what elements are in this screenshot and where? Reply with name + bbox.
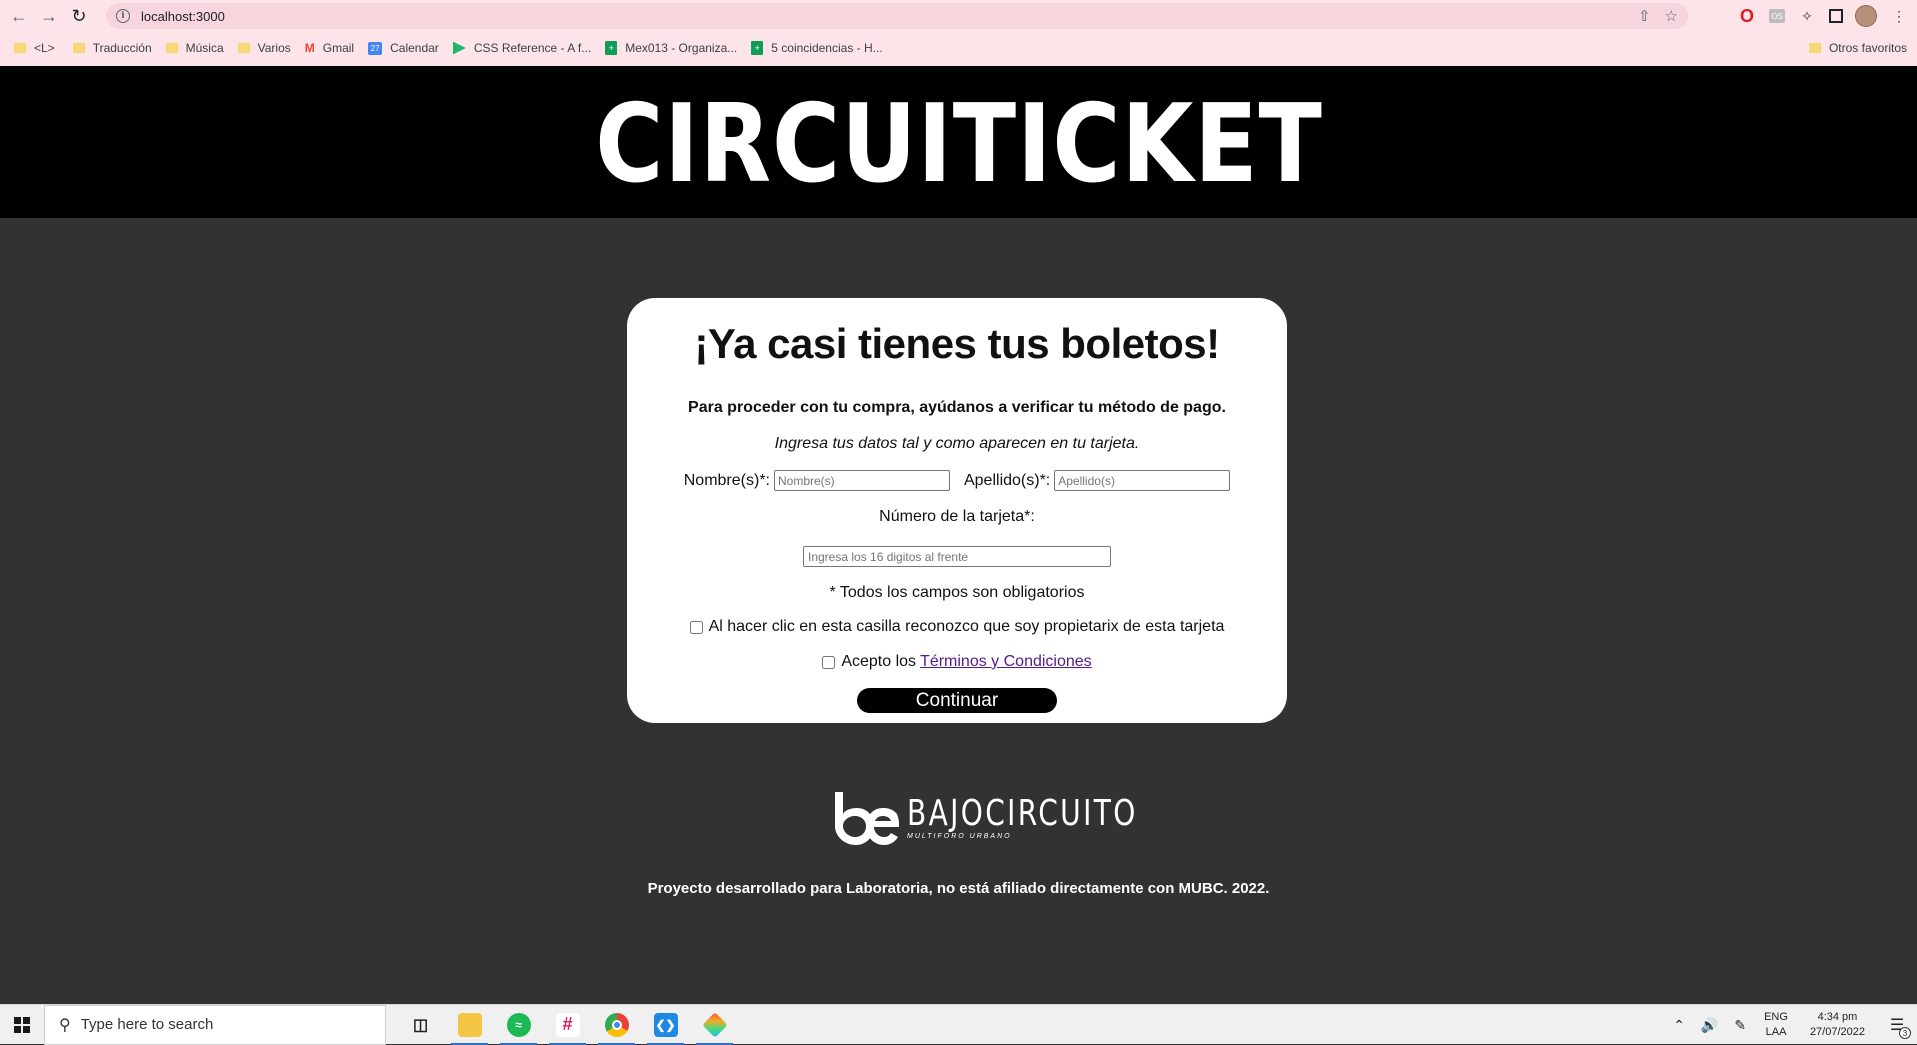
logo-main-text: BAJOCIRCUITO: [907, 793, 1138, 834]
calendar-icon: 27: [368, 41, 383, 55]
footer-disclaimer: Proyecto desarrollado para Laboratoria, …: [647, 880, 1270, 897]
chrome-icon[interactable]: [592, 1005, 641, 1045]
taskbar-apps: ◫ ≈ # ❮❯: [396, 1005, 739, 1045]
page-title: ¡Ya casi tienes tus boletos!: [694, 320, 1220, 367]
first-name-input[interactable]: [773, 470, 950, 491]
bookmark-item[interactable]: Traducción: [72, 41, 152, 55]
sheets-icon: +: [605, 41, 618, 55]
card-number-input[interactable]: [803, 546, 1111, 567]
language-indicator[interactable]: ENG LAA: [1764, 1010, 1788, 1040]
owner-checkbox-label: Al hacer clic en esta casilla reconozco …: [708, 618, 1225, 635]
terms-link[interactable]: Términos y Condiciones: [920, 653, 1092, 671]
bookmark-star-icon[interactable]: ☆: [1665, 7, 1678, 25]
back-icon[interactable]: ←: [4, 1, 34, 31]
bookmark-item[interactable]: <L>: [14, 41, 55, 55]
bajocircuito-mark-icon: [831, 790, 901, 846]
bookmark-item[interactable]: Varios: [237, 41, 291, 55]
browser-toolbar: ← → ↻ i localhost:3000 ⇧ ☆ O OS ✧ ⋮: [0, 0, 1917, 32]
bookmark-item[interactable]: CSS Reference - A f...: [452, 41, 591, 55]
terms-prefix: Acepto los: [841, 653, 917, 670]
site-info-icon[interactable]: i: [116, 9, 130, 23]
start-button[interactable]: [0, 1005, 44, 1045]
windows-logo-icon: [14, 1016, 30, 1033]
folder-icon: [237, 43, 250, 53]
clock[interactable]: 4:34 pm 27/07/2022: [1810, 1010, 1865, 1040]
name-fields-row: Nombre(s)*: Apellido(s)*:: [627, 470, 1287, 491]
profile-avatar[interactable]: [1855, 5, 1877, 27]
search-icon: ⚲: [59, 1016, 71, 1034]
taskbar-search-placeholder: Type here to search: [80, 1016, 214, 1033]
pen-icon[interactable]: ✎: [1734, 1017, 1746, 1034]
opera-extension-icon[interactable]: O: [1737, 6, 1757, 26]
owner-checkbox-row: Al hacer clic en esta casilla reconozco …: [627, 618, 1287, 636]
other-bookmarks[interactable]: Otros favoritos: [1808, 41, 1907, 55]
extensions-area: O OS ✧ ⋮: [1737, 5, 1909, 27]
folder-icon: [1808, 43, 1821, 53]
address-url: localhost:3000: [141, 8, 225, 24]
form-lead-text: Para proceder con tu compra, ayúdanos a …: [688, 399, 1226, 416]
menu-kebab-icon[interactable]: ⋮: [1889, 6, 1909, 26]
task-view-icon[interactable]: ◫: [396, 1005, 445, 1045]
gmail-icon: M: [304, 41, 315, 55]
notifications-icon[interactable]: ☰ 3: [1877, 1005, 1917, 1045]
payment-form-card: ¡Ya casi tienes tus boletos! Para proced…: [627, 298, 1287, 723]
slack-icon[interactable]: #: [543, 1005, 592, 1045]
bajocircuito-logo: BAJOCIRCUITO MULTIFORO URBANO: [831, 790, 1135, 846]
brand-logo-text: CIRCUITICKET: [594, 82, 1323, 207]
logo-sub-text: MULTIFORO URBANO: [907, 833, 1012, 840]
folder-icon: [165, 43, 178, 53]
chevron-up-icon[interactable]: ⌃: [1673, 1017, 1685, 1034]
forward-icon[interactable]: →: [34, 1, 64, 31]
system-tray: ⌃ 🔊 ✎ ENG LAA 4:34 pm 27/07/2022 ☰ 3: [1665, 1005, 1917, 1045]
bookmark-item[interactable]: M Gmail: [305, 41, 354, 55]
taskbar-search[interactable]: ⚲ Type here to search: [44, 1004, 386, 1045]
first-name-label: Nombre(s)*:: [683, 471, 770, 489]
share-icon[interactable]: ⇧: [1638, 7, 1651, 25]
folder-icon: [14, 43, 26, 53]
vscode-icon[interactable]: ❮❯: [641, 1005, 690, 1045]
address-bar[interactable]: i localhost:3000 ⇧ ☆: [106, 3, 1688, 29]
extension-icon[interactable]: OS: [1769, 9, 1785, 23]
spotify-icon[interactable]: ≈: [494, 1005, 543, 1045]
form-hint-text: Ingresa tus datos tal y como aparecen en…: [774, 435, 1140, 452]
puzzle-extensions-icon[interactable]: ✧: [1797, 6, 1817, 26]
last-name-input[interactable]: [1054, 470, 1231, 491]
last-name-label: Apellido(s)*:: [963, 471, 1051, 489]
site-header: CIRCUITICKET: [0, 66, 1917, 218]
bookmark-item[interactable]: + Mex013 - Organiza...: [605, 41, 737, 55]
side-panel-icon[interactable]: [1829, 9, 1843, 23]
bookmark-item[interactable]: +5 coincidencias - H...: [751, 41, 883, 55]
browser-chrome: ← → ↻ i localhost:3000 ⇧ ☆ O OS ✧ ⋮ <L> …: [0, 0, 1917, 66]
owner-checkbox[interactable]: [689, 620, 703, 634]
terms-checkbox-row: Acepto los Términos y Condiciones: [627, 653, 1287, 671]
css-reference-icon: [452, 41, 466, 55]
folder-icon: [72, 43, 85, 53]
bookmark-item[interactable]: 27 Calendar: [368, 41, 439, 55]
required-fields-note: * Todos los campos son obligatorios: [829, 584, 1085, 601]
notification-count: 3: [1899, 1027, 1911, 1039]
terms-checkbox[interactable]: [822, 655, 836, 669]
bookmark-item[interactable]: Música: [165, 41, 224, 55]
card-number-label: Número de la tarjeta*:: [879, 508, 1035, 525]
bookmarks-bar: <L> Traducción Música Varios M Gmail 27 Ca…: [0, 36, 1917, 60]
speaker-icon[interactable]: 🔊: [1701, 1017, 1718, 1034]
reload-icon[interactable]: ↻: [64, 1, 94, 31]
gitkraken-icon[interactable]: [690, 1005, 739, 1045]
windows-taskbar: ⚲ Type here to search ◫ ≈ # ❮❯ ⌃ 🔊 ✎ ENG…: [0, 1004, 1917, 1045]
continue-button[interactable]: Continuar: [857, 688, 1057, 713]
sheets-icon: +: [751, 41, 764, 55]
file-explorer-icon[interactable]: [445, 1005, 494, 1045]
